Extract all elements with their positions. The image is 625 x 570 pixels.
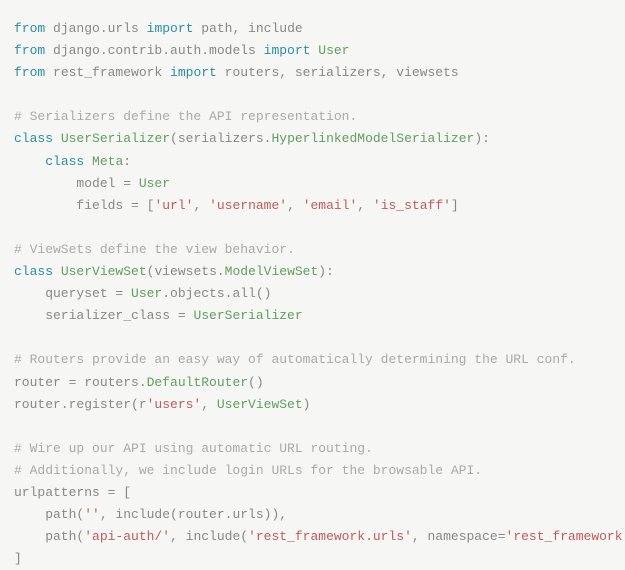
- code-token-kw: class: [14, 264, 53, 279]
- code-token-plain: fields = [: [14, 198, 154, 213]
- code-line: serializer_class = UserSerializer: [14, 305, 611, 327]
- code-line: # Routers provide an easy way of automat…: [14, 349, 611, 371]
- code-token-str: 'rest_framework.urls': [248, 529, 412, 544]
- code-token-plain: [53, 264, 61, 279]
- code-line: from rest_framework import routers, seri…: [14, 62, 611, 84]
- code-line: ]: [14, 548, 611, 570]
- code-token-plain: rest_framework: [45, 65, 170, 80]
- code-line: router = routers.DefaultRouter(): [14, 372, 611, 394]
- code-token-plain: :: [123, 154, 131, 169]
- code-token-cls: UserSerializer: [193, 308, 302, 323]
- code-line: [14, 217, 611, 239]
- code-token-plain: [53, 131, 61, 146]
- code-line: from django.urls import path, include: [14, 18, 611, 40]
- code-token-kw: class: [45, 154, 84, 169]
- code-token-plain: ,: [357, 198, 373, 213]
- code-token-plain: django.contrib.auth.models: [45, 43, 263, 58]
- code-token-cls: ModelViewSet: [225, 264, 319, 279]
- code-token-plain: ]: [451, 198, 459, 213]
- code-token-plain: router.register(r: [14, 397, 147, 412]
- code-token-plain: .objects.all(): [162, 286, 271, 301]
- code-line: path('api-auth/', include('rest_framewor…: [14, 526, 611, 548]
- code-token-kw: import: [264, 43, 311, 58]
- code-token-plain: , include(: [170, 529, 248, 544]
- code-token-plain: [14, 154, 45, 169]
- code-token-str: 'api-auth/': [84, 529, 170, 544]
- code-token-plain: [84, 154, 92, 169]
- code-token-cls: Meta: [92, 154, 123, 169]
- code-token-cmt: # Serializers define the API representat…: [14, 109, 357, 124]
- code-token-str: 'rest_framework': [506, 529, 625, 544]
- code-line: urlpatterns = [: [14, 482, 611, 504]
- code-token-plain: ): [303, 397, 311, 412]
- code-token-plain: ]: [14, 551, 22, 566]
- code-line: # Additionally, we include login URLs fo…: [14, 460, 611, 482]
- code-token-cls: HyperlinkedModelSerializer: [271, 131, 474, 146]
- code-token-plain: , namespace=: [412, 529, 506, 544]
- code-token-cmt: # ViewSets define the view behavior.: [14, 242, 295, 257]
- code-token-kw: from: [14, 43, 45, 58]
- code-token-plain: ,: [201, 397, 217, 412]
- code-token-plain: (): [248, 375, 264, 390]
- code-token-str: 'username': [209, 198, 287, 213]
- code-token-cls: UserViewSet: [217, 397, 303, 412]
- code-token-cls: User: [131, 286, 162, 301]
- code-token-str: '': [84, 507, 100, 522]
- code-line: model = User: [14, 173, 611, 195]
- code-line: [14, 416, 611, 438]
- code-token-cmt: # Additionally, we include login URLs fo…: [14, 463, 482, 478]
- code-token-str: 'url': [154, 198, 193, 213]
- code-line: [14, 327, 611, 349]
- code-line: from django.contrib.auth.models import U…: [14, 40, 611, 62]
- code-token-cmt: # Wire up our API using automatic URL ro…: [14, 441, 373, 456]
- code-token-str: 'users': [147, 397, 202, 412]
- code-line: # Wire up our API using automatic URL ro…: [14, 438, 611, 460]
- code-token-plain: ,: [193, 198, 209, 213]
- code-token-plain: serializer_class =: [14, 308, 193, 323]
- code-token-kw: from: [14, 21, 45, 36]
- code-token-plain: ):: [318, 264, 334, 279]
- code-line: [14, 84, 611, 106]
- code-token-plain: urlpatterns = [: [14, 485, 131, 500]
- code-token-cmt: # Routers provide an easy way of automat…: [14, 352, 576, 367]
- code-line: class UserViewSet(viewsets.ModelViewSet)…: [14, 261, 611, 283]
- code-token-cls: User: [139, 176, 170, 191]
- code-token-cls: DefaultRouter: [147, 375, 248, 390]
- code-token-kw: class: [14, 131, 53, 146]
- code-line: # ViewSets define the view behavior.: [14, 239, 611, 261]
- code-token-str: 'email': [303, 198, 358, 213]
- code-token-str: 'is_staff': [373, 198, 451, 213]
- code-token-plain: django.urls: [45, 21, 146, 36]
- code-token-kw: import: [147, 21, 194, 36]
- code-token-plain: routers, serializers, viewsets: [217, 65, 459, 80]
- code-token-kw: from: [14, 65, 45, 80]
- code-token-plain: model =: [14, 176, 139, 191]
- code-token-plain: path(: [14, 529, 84, 544]
- code-token-plain: , include(router.urls)),: [100, 507, 287, 522]
- code-token-plain: router = routers.: [14, 375, 147, 390]
- code-token-plain: path(: [14, 507, 84, 522]
- code-token-cls: User: [318, 43, 349, 58]
- code-line: class UserSerializer(serializers.Hyperli…: [14, 128, 611, 150]
- code-line: path('', include(router.urls)),: [14, 504, 611, 526]
- code-line: class Meta:: [14, 151, 611, 173]
- code-token-plain: (serializers.: [170, 131, 271, 146]
- code-token-plain: queryset =: [14, 286, 131, 301]
- code-line: fields = ['url', 'username', 'email', 'i…: [14, 195, 611, 217]
- code-line: queryset = User.objects.all(): [14, 283, 611, 305]
- code-token-cls: UserViewSet: [61, 264, 147, 279]
- code-token-plain: ,: [287, 198, 303, 213]
- code-block: from django.urls import path, includefro…: [14, 18, 611, 570]
- code-token-plain: path, include: [193, 21, 302, 36]
- code-token-kw: import: [170, 65, 217, 80]
- code-line: router.register(r'users', UserViewSet): [14, 394, 611, 416]
- code-token-plain: ):: [474, 131, 490, 146]
- code-line: # Serializers define the API representat…: [14, 106, 611, 128]
- code-token-cls: UserSerializer: [61, 131, 170, 146]
- code-token-plain: (viewsets.: [147, 264, 225, 279]
